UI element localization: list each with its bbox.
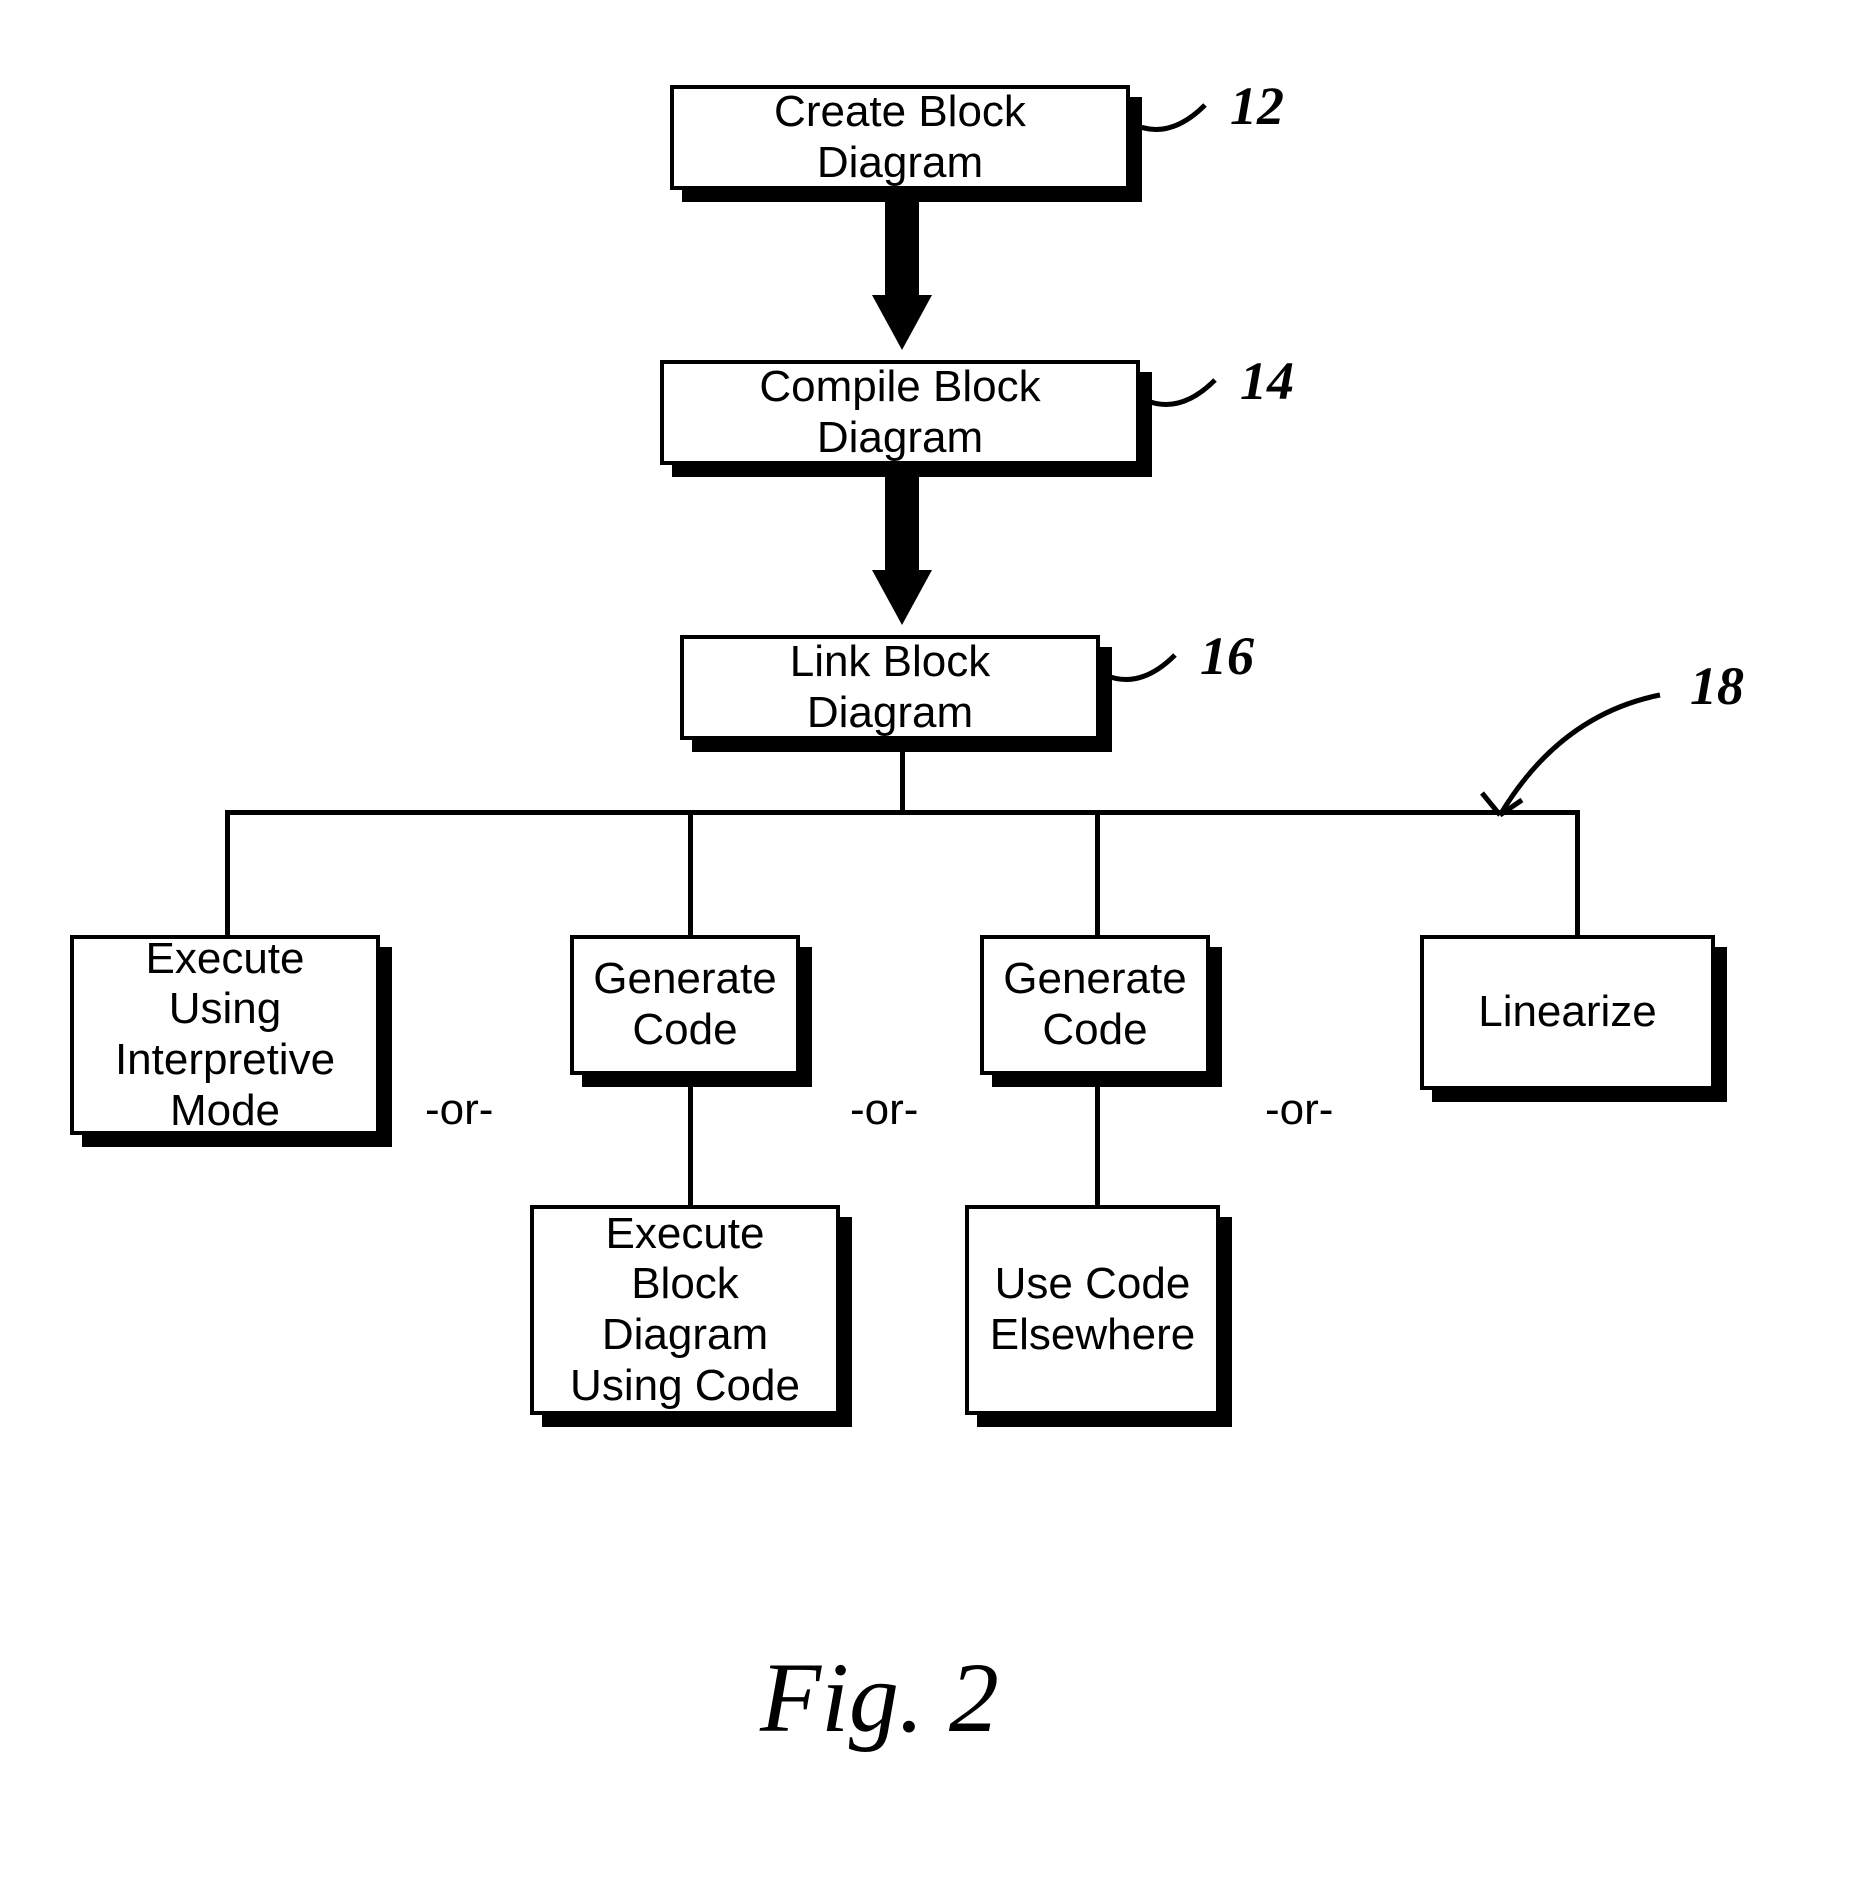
create-block-diagram-box: Create Block Diagram — [670, 85, 1130, 190]
use-code-elsewhere-label: Use Code Elsewhere — [987, 1259, 1198, 1360]
arrow-head-2 — [872, 570, 932, 625]
figure-caption: Fig. 2 — [760, 1640, 999, 1755]
create-block-diagram-label: Create Block Diagram — [692, 87, 1108, 188]
linearize-box: Linearize — [1420, 935, 1715, 1090]
linearize-label: Linearize — [1478, 987, 1657, 1038]
use-code-elsewhere-box: Use Code Elsewhere — [965, 1205, 1220, 1415]
generate-code-1-box: Generate Code — [570, 935, 800, 1075]
ref-12: 12 — [1230, 75, 1284, 137]
connector-drop-4 — [1575, 810, 1580, 935]
generate-code-2-box: Generate Code — [980, 935, 1210, 1075]
arrow-stem-2 — [885, 465, 919, 570]
compile-block-diagram-box: Compile Block Diagram — [660, 360, 1140, 465]
generate-code-2-label: Generate Code — [1002, 954, 1188, 1055]
or-label-2: -or- — [850, 1085, 918, 1135]
connector-hline — [225, 810, 1580, 815]
connector-drop-gc2 — [1095, 1087, 1100, 1205]
arrow-stem-1 — [885, 190, 919, 295]
ref-16: 16 — [1200, 625, 1254, 687]
or-label-1: -or- — [425, 1085, 493, 1135]
ref-14: 14 — [1240, 350, 1294, 412]
ref-18: 18 — [1690, 655, 1744, 717]
generate-code-1-label: Generate Code — [592, 954, 778, 1055]
connector-drop-3 — [1095, 810, 1100, 935]
execute-interpretive-box: Execute Using Interpretive Mode — [70, 935, 380, 1135]
connector-vline — [900, 752, 905, 812]
or-label-3: -or- — [1265, 1085, 1333, 1135]
execute-interpretive-label: Execute Using Interpretive Mode — [92, 934, 358, 1136]
execute-block-code-box: Execute Block Diagram Using Code — [530, 1205, 840, 1415]
arrow-head-1 — [872, 295, 932, 350]
connector-drop-2 — [688, 810, 693, 935]
compile-block-diagram-label: Compile Block Diagram — [682, 362, 1118, 463]
connector-drop-gc1 — [688, 1087, 693, 1205]
link-block-diagram-label: Link Block Diagram — [702, 637, 1078, 738]
link-block-diagram-box: Link Block Diagram — [680, 635, 1100, 740]
execute-block-code-label: Execute Block Diagram Using Code — [552, 1209, 818, 1411]
connector-drop-1 — [225, 810, 230, 935]
